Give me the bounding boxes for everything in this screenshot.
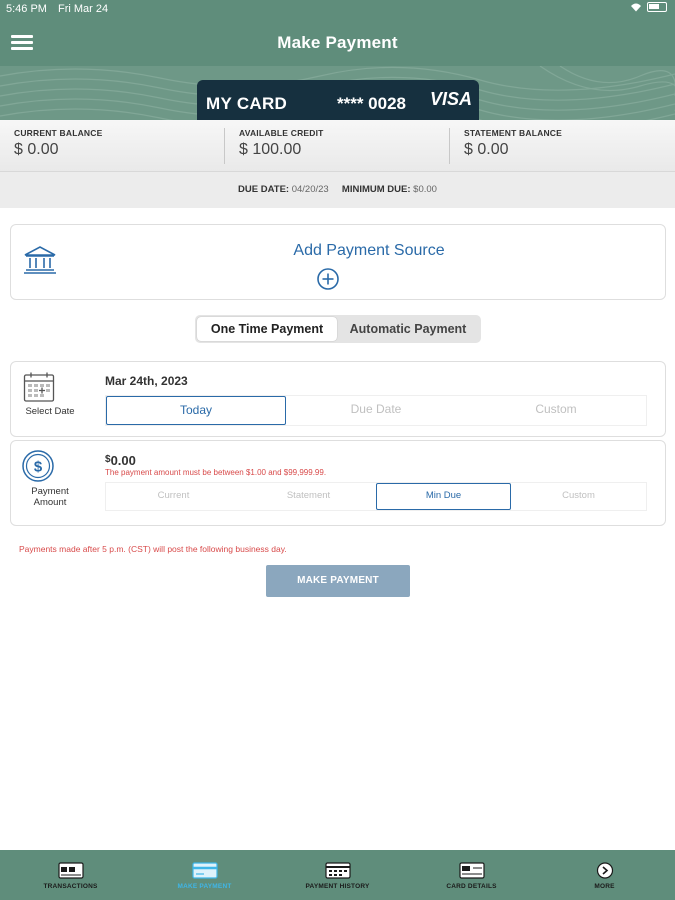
available-credit-value: $ 100.00 (239, 141, 302, 158)
amount-option-min-due[interactable]: Min Due (376, 483, 511, 510)
card-name: MY CARD (206, 94, 288, 113)
available-credit-label: AVAILABLE CREDIT (239, 128, 324, 138)
amount-option-statement[interactable]: Statement (241, 483, 376, 510)
bottom-navigation: TRANSACTIONS MAKE PAYMENT PAYMENT HISTOR… (0, 850, 675, 900)
calendar-icon (23, 372, 55, 402)
status-icons (630, 2, 667, 12)
payment-amount-panel: $ Payment Amount $0.00 The payment amoun… (10, 440, 666, 526)
make-payment-button[interactable]: MAKE PAYMENT (266, 565, 410, 597)
select-date-panel: Select Date Mar 24th, 2023 Today Due Dat… (10, 361, 666, 437)
nav-transactions[interactable]: TRANSACTIONS (3, 850, 138, 900)
battery-icon (647, 2, 667, 12)
nav-transactions-label: TRANSACTIONS (43, 883, 98, 890)
minimum-due-label: MINIMUM DUE: (341, 184, 411, 195)
add-payment-source-button[interactable]: Add Payment Source (10, 224, 666, 300)
nav-make-payment[interactable]: MAKE PAYMENT (137, 850, 272, 900)
wifi-icon (631, 3, 641, 12)
payment-type-toggle: One Time Payment Automatic Payment (195, 315, 481, 343)
selected-date: Mar 24th, 2023 (105, 374, 188, 388)
app-header: 5:46 PM Fri Mar 24 Make Payment (0, 0, 675, 66)
status-time: 5:46 PM (6, 3, 47, 15)
one-time-payment-tab[interactable]: One Time Payment (197, 317, 337, 341)
more-icon (596, 862, 614, 879)
statement-balance-label: STATEMENT BALANCE (464, 128, 562, 138)
payment-amount-value: 0.00 (110, 453, 136, 468)
nav-more[interactable]: MORE (537, 850, 672, 900)
nav-card-details[interactable]: CARD DETAILS (404, 850, 539, 900)
amount-option-custom[interactable]: Custom (511, 483, 646, 510)
status-bar: 5:46 PM Fri Mar 24 (0, 0, 675, 18)
payment-amount-label-line1: Payment (31, 486, 69, 497)
dollar-circle-icon: $ (22, 450, 54, 482)
nav-card-details-label: CARD DETAILS (446, 883, 497, 890)
date-options: Today Due Date Custom (105, 395, 647, 426)
transactions-icon (58, 862, 84, 879)
plus-circle-icon[interactable] (317, 268, 339, 290)
card-image[interactable]: MY CARD **** 0028 VISA (197, 80, 479, 120)
nav-make-payment-label: MAKE PAYMENT (177, 883, 232, 890)
card-number: **** 0028 (337, 94, 407, 113)
current-balance: CURRENT BALANCE $ 0.00 (14, 128, 102, 159)
divider (224, 128, 225, 164)
statement-balance: STATEMENT BALANCE $ 0.00 (464, 128, 562, 159)
svg-text:$: $ (34, 459, 43, 476)
payment-amount-label: Payment Amount (15, 486, 85, 508)
nav-more-label: MORE (594, 883, 615, 890)
minimum-due-value: $0.00 (413, 184, 437, 195)
nav-payment-history[interactable]: PAYMENT HISTORY (270, 850, 405, 900)
date-option-custom[interactable]: Custom (466, 396, 646, 425)
date-option-due-date[interactable]: Due Date (286, 396, 466, 425)
payment-amount-input[interactable]: $0.00 (105, 453, 136, 468)
card-brand-logo: VISA (430, 89, 473, 109)
payment-amount-label-line2: Amount (33, 497, 67, 508)
payment-history-icon (325, 862, 351, 879)
statement-balance-value: $ 0.00 (464, 141, 509, 158)
amount-option-current[interactable]: Current (106, 483, 241, 510)
amount-error-message: The payment amount must be between $1.00… (105, 468, 327, 477)
due-info: DUE DATE: 04/20/23 MINIMUM DUE: $0.00 (0, 172, 675, 208)
current-balance-label: CURRENT BALANCE (14, 128, 103, 138)
status-date: Fri Mar 24 (58, 3, 109, 15)
amount-options: Current Statement Min Due Custom (105, 482, 647, 511)
current-balance-value: $ 0.00 (14, 141, 59, 158)
cutoff-note: Payments made after 5 p.m. (CST) will po… (19, 544, 287, 554)
divider (449, 128, 450, 164)
date-option-today[interactable]: Today (106, 396, 286, 425)
nav-payment-history-label: PAYMENT HISTORY (305, 883, 370, 890)
select-date-label: Select Date (25, 406, 75, 417)
page-title: Make Payment (277, 33, 398, 52)
card-details-icon (459, 862, 485, 879)
available-credit: AVAILABLE CREDIT $ 100.00 (239, 128, 324, 159)
make-payment-icon (192, 862, 218, 879)
add-payment-source-label: Add Payment Source (293, 242, 445, 259)
balances-bar: CURRENT BALANCE $ 0.00 AVAILABLE CREDIT … (0, 120, 675, 172)
due-date-value: 04/20/23 (291, 184, 329, 195)
due-date-label: DUE DATE: (238, 184, 290, 195)
automatic-payment-tab[interactable]: Automatic Payment (337, 317, 479, 341)
